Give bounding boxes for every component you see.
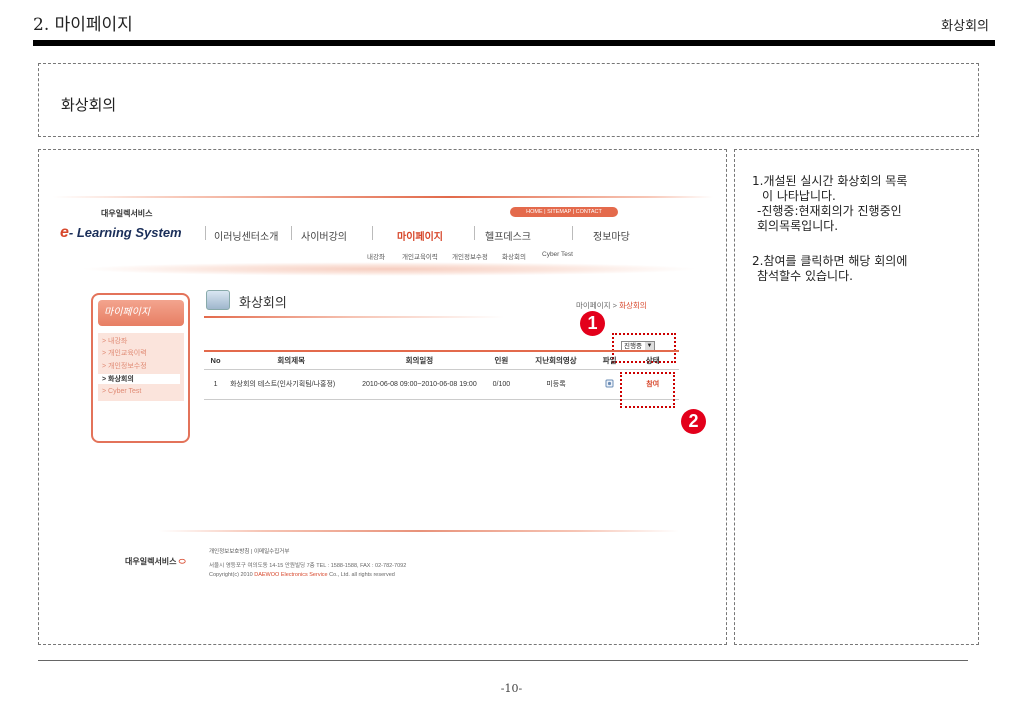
nav-item-cyber-lecture[interactable]: 사이버강의 <box>301 228 347 243</box>
utility-links[interactable]: HOME | SITEMAP | CONTACT <box>510 207 618 217</box>
cell-members: 0/100 <box>483 369 520 400</box>
callout-badge-1: 1 <box>580 311 605 336</box>
breadcrumb-current: 화상회의 <box>619 301 647 310</box>
cell-past-video: 미등록 <box>519 369 593 400</box>
footer-accent-line <box>159 530 679 532</box>
footer-address-line: 서울시 영등포구 여의도동 14-15 안원빌딩 7층 TEL : 1588-1… <box>209 563 407 569</box>
sidebar-item-education-history[interactable]: > 개인교육이력 <box>102 348 147 358</box>
subnav-item-edit-profile[interactable]: 개인정보수정 <box>452 251 488 261</box>
nav-item-mypage[interactable]: 마이페이지 <box>397 228 443 243</box>
header-swoosh <box>79 262 699 276</box>
footer-logo-icon: ⬭ <box>178 557 186 566</box>
sidebar-heading: 마이페이지 <box>98 300 184 326</box>
brand-name: 대우일렉서비스 <box>101 209 153 218</box>
breadcrumb-parent[interactable]: 마이페이지 > <box>576 301 619 310</box>
copyright-company: DAEWOO Electronics Service <box>254 572 328 578</box>
copyright-suffix: Co., Ltd. all rights reserved <box>327 572 395 578</box>
page-heading: 화상회의 <box>239 295 287 310</box>
footer-copyright: Copyright(c) 2010 DAEWOO Electronics Ser… <box>209 571 406 580</box>
document-title: 2. 마이페이지 <box>33 15 133 35</box>
column-header-title: 회의제목 <box>227 350 356 370</box>
column-header-status: 상태 <box>626 350 679 370</box>
description-item-1-line-4: 회의목록입니다. <box>757 219 839 233</box>
footer-brand-name: 대우일렉서비스 <box>125 557 177 566</box>
footer-brand: 대우일렉서비스 ⬭ <box>125 556 186 567</box>
cell-schedule: 2010-06-08 09:00~2010-06-08 19:00 <box>355 369 484 400</box>
table-header-row: No 회의제목 회의일정 인원 지난회의영상 파일 상태 <box>204 350 679 370</box>
description-item-1-line-1: 1.개설된 실시간 화상회의 목록 <box>752 174 908 188</box>
column-header-past-video: 지난회의영상 <box>519 350 593 370</box>
join-highlight <box>620 372 675 408</box>
subnav-item-cyber-test[interactable]: Cyber Test <box>542 251 573 258</box>
table-row: 1 화상회의 테스트(인사기획팀/나홍정) 2010-06-08 09:00~2… <box>204 369 679 400</box>
description-item-2-line-2: 참석할수 있습니다. <box>757 269 853 283</box>
column-header-members: 인원 <box>483 350 520 370</box>
description-item-1-line-2: 이 나타납니다. <box>762 189 836 203</box>
description-panel: 1.개설된 실시간 화상회의 목록 이 나타납니다. -진행중:현재회의가 진행… <box>734 149 979 645</box>
footer-rule <box>38 660 968 661</box>
site-logo[interactable]: e- Learning System <box>60 224 182 242</box>
heading-underline <box>204 316 504 318</box>
callout-badge-2: 2 <box>681 409 706 434</box>
column-header-file: 파일 <box>592 350 627 370</box>
document-section-label: 화상회의 <box>941 19 989 34</box>
box-title: 화상회의 <box>61 96 117 114</box>
footer-address: 서울시 영등포구 여의도동 14-15 안원빌딩 7층 TEL : 1588-1… <box>209 562 406 580</box>
footer-links[interactable]: 개인정보보호방침 | 이메일수집거부 <box>209 547 289 555</box>
nav-separator <box>474 226 475 240</box>
title-box: 화상회의 <box>38 63 979 137</box>
header-rule <box>33 40 995 46</box>
sidebar-item-video-meeting[interactable]: > 화상회의 <box>98 374 180 384</box>
nav-separator <box>291 226 292 240</box>
description-item-1-line-3: -진행중:현재회의가 진행중인 <box>757 204 902 218</box>
nav-separator <box>572 226 573 240</box>
nav-item-info[interactable]: 정보마당 <box>593 228 630 243</box>
description-item-2-line-1: 2.참여를 클릭하면 해당 회의에 <box>752 254 908 268</box>
sidebar-item-cyber-test[interactable]: > Cyber Test <box>102 388 141 395</box>
logo-e-mark: e <box>60 224 69 241</box>
logo-text: - Learning System <box>68 225 182 240</box>
status-filter-value: 진행중 <box>624 343 642 350</box>
column-header-no: No <box>204 350 228 370</box>
subnav-item-my-courses[interactable]: 내강좌 <box>367 251 385 261</box>
screenshot-panel: 대우일렉서비스 e- Learning System HOME | SITEMA… <box>38 149 727 645</box>
cell-title[interactable]: 화상회의 테스트(인사기획팀/나홍정) <box>227 369 356 400</box>
sidebar-menu: > 내강좌 > 개인교육이력 > 개인정보수정 > 화상회의 > Cyber T… <box>98 333 184 401</box>
column-header-schedule: 회의일정 <box>355 350 484 370</box>
subnav-item-education-history[interactable]: 개인교육이력 <box>402 251 438 261</box>
sidebar: 마이페이지 > 내강좌 > 개인교육이력 > 개인정보수정 > 화상회의 > C… <box>91 293 190 443</box>
nav-item-helpdesk[interactable]: 헬프데스크 <box>485 228 531 243</box>
header-accent-line <box>53 196 713 198</box>
cell-no: 1 <box>204 369 228 400</box>
video-meeting-icon <box>206 290 230 310</box>
sidebar-item-edit-profile[interactable]: > 개인정보수정 <box>102 361 147 371</box>
subnav-item-video-meeting[interactable]: 화상회의 <box>502 251 526 261</box>
breadcrumb: 마이페이지 > 화상회의 <box>576 300 647 311</box>
nav-separator <box>205 226 206 240</box>
nav-item-elearning-center[interactable]: 이러닝센터소개 <box>214 228 278 243</box>
nav-separator <box>372 226 373 240</box>
file-icon[interactable] <box>605 379 614 388</box>
sidebar-item-my-courses[interactable]: > 내강좌 <box>102 336 127 346</box>
copyright-prefix: Copyright(c) 2010 <box>209 572 255 578</box>
meeting-table: No 회의제목 회의일정 인원 지난회의영상 파일 상태 1 화상회의 테스트(… <box>204 350 679 400</box>
page-number: -10- <box>500 682 523 695</box>
